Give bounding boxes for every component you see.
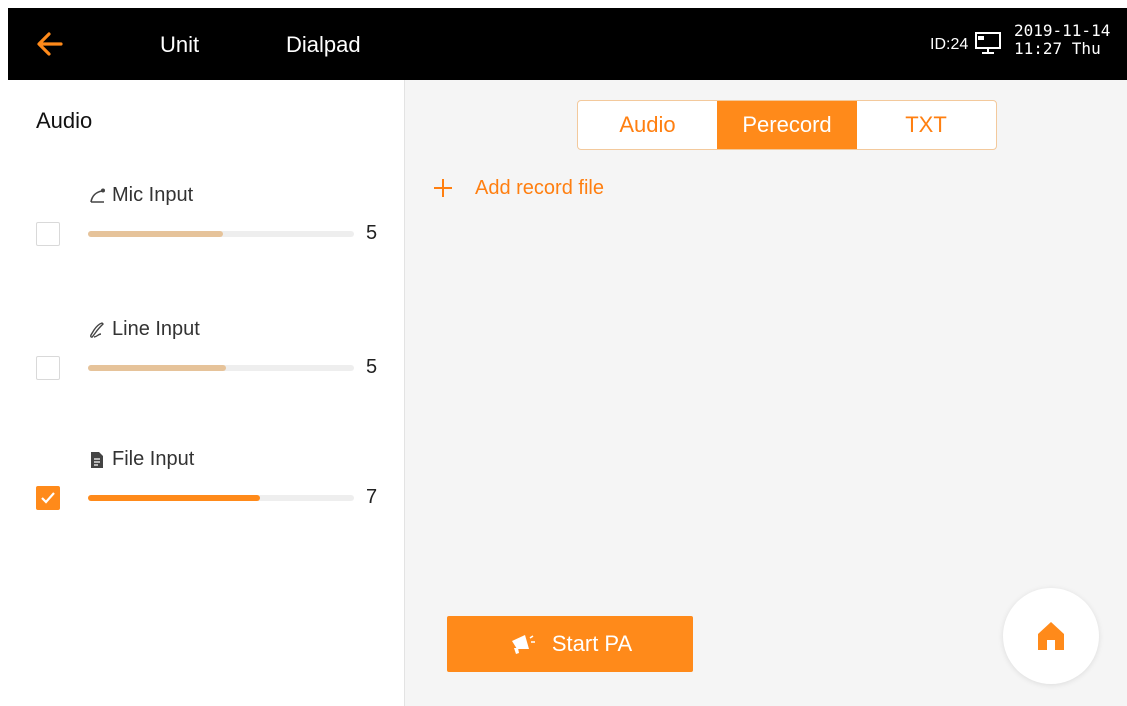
arrow-left-icon bbox=[37, 32, 63, 56]
channel-label-text: Mic Input bbox=[112, 184, 194, 206]
slider-line-input[interactable] bbox=[88, 365, 354, 371]
add-record-file-button[interactable]: Add record file bbox=[431, 176, 604, 200]
channel-label-text: File Input bbox=[112, 448, 195, 470]
slider-mic-input[interactable] bbox=[88, 231, 354, 237]
checkbox-file-input[interactable] bbox=[36, 486, 60, 510]
slider-value-file: 7 bbox=[366, 486, 378, 508]
channel-label-file: File Input bbox=[88, 448, 194, 471]
device-id: ID:24 bbox=[930, 36, 969, 53]
channel-mic-input: Mic Input 5 bbox=[8, 184, 404, 274]
audio-sidebar: Audio Mic Input 5 Line Input 5 File Inpu… bbox=[8, 80, 404, 706]
back-button[interactable] bbox=[32, 26, 68, 62]
main-panel: Audio Perecord TXT Add record file Start… bbox=[404, 80, 1127, 706]
start-pa-button[interactable]: Start PA bbox=[447, 616, 693, 672]
channel-line-input: Line Input 5 bbox=[8, 318, 404, 408]
checkbox-line-input[interactable] bbox=[36, 356, 60, 380]
plus-icon bbox=[434, 179, 452, 197]
add-record-file-label: Add record file bbox=[475, 176, 604, 199]
datetime: 2019-11-14 11:27 Thu bbox=[1014, 22, 1110, 58]
slider-file-input[interactable] bbox=[88, 495, 354, 501]
slider-value-line: 5 bbox=[366, 356, 378, 378]
channel-label-line: Line Input bbox=[88, 318, 200, 341]
source-tabs: Audio Perecord TXT bbox=[577, 100, 997, 150]
slider-fill bbox=[88, 495, 260, 501]
line-input-icon bbox=[90, 321, 104, 338]
megaphone-icon bbox=[511, 635, 535, 654]
start-pa-label: Start PA bbox=[551, 631, 633, 656]
checkbox-mic-input[interactable] bbox=[36, 222, 60, 246]
channel-label-text: Line Input bbox=[112, 318, 200, 340]
nav-unit[interactable]: Unit bbox=[160, 32, 199, 58]
top-bar: Unit Dialpad ID:24 2019-11-14 11:27 Thu bbox=[8, 8, 1127, 80]
slider-fill bbox=[88, 231, 223, 237]
sidebar-title: Audio bbox=[36, 108, 93, 133]
home-button[interactable] bbox=[1003, 588, 1099, 684]
file-icon bbox=[91, 451, 103, 468]
slider-value-mic: 5 bbox=[366, 222, 378, 244]
tab-audio[interactable]: Audio bbox=[578, 101, 717, 149]
slider-fill bbox=[88, 365, 226, 371]
mic-icon bbox=[90, 188, 105, 203]
date-text: 2019-11-14 bbox=[1014, 21, 1111, 40]
channel-file-input: File Input 7 bbox=[8, 448, 404, 538]
channel-label-mic: Mic Input bbox=[88, 184, 193, 207]
tab-perecord[interactable]: Perecord bbox=[717, 101, 857, 149]
nav-dialpad[interactable]: Dialpad bbox=[286, 32, 361, 58]
app-frame: Unit Dialpad ID:24 2019-11-14 11:27 Thu … bbox=[8, 8, 1127, 706]
time-day-text: 11:27 Thu bbox=[1014, 39, 1101, 58]
home-icon bbox=[1038, 622, 1064, 650]
checkmark-icon bbox=[41, 492, 55, 504]
tab-txt[interactable]: TXT bbox=[857, 101, 995, 149]
monitor-icon bbox=[975, 32, 1001, 54]
